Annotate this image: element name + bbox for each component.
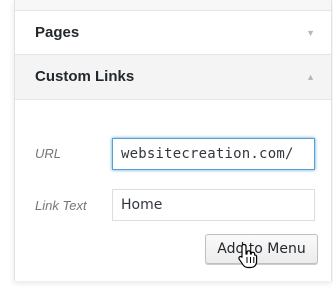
accordion-title-custom-links: Custom Links [35,68,135,85]
accordion-section-pages[interactable]: Pages ▼ [15,10,331,56]
link-text-label: Link Text [35,198,87,213]
chevron-up-icon[interactable]: ▲ [306,72,315,82]
accordion-section-custom-links[interactable]: Custom Links ▲ [15,54,331,100]
url-label: URL [35,146,62,161]
accordion-title-pages: Pages [35,24,80,41]
add-to-menu-button[interactable]: Add to Menu [205,234,318,264]
menu-items-panel: Pages ▼ Custom Links ▲ URL websitecreati… [14,0,332,281]
canvas: Pages ▼ Custom Links ▲ URL websitecreati… [0,0,333,288]
hand-pointer-icon [238,243,258,269]
link-text-input[interactable]: Home [112,189,315,221]
chevron-down-icon[interactable]: ▼ [306,28,315,38]
custom-links-body: URL websitecreation.com/ Link Text Home … [15,100,331,281]
url-input[interactable]: websitecreation.com/ [112,138,315,170]
